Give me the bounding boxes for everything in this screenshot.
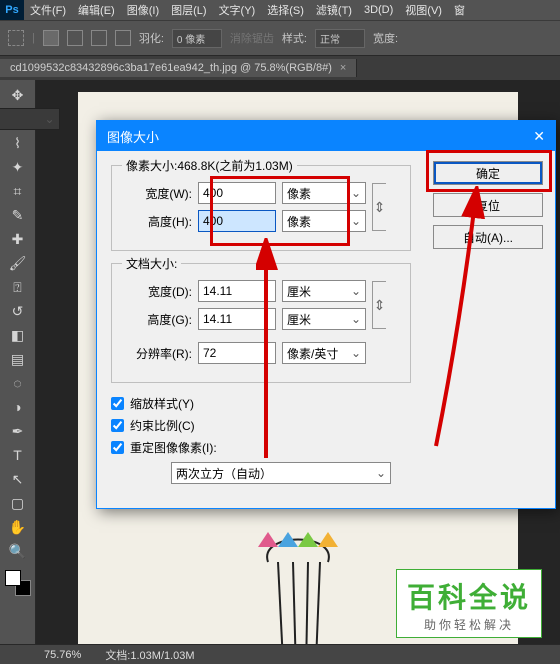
wand-tool-icon[interactable]: ✦	[6, 156, 30, 178]
dialog-close-icon[interactable]: ✕	[533, 128, 545, 145]
doc-width-unit[interactable]: 厘米	[282, 280, 366, 302]
zoom-level[interactable]: 75.76%	[44, 649, 81, 661]
menu-select[interactable]: 选择(S)	[261, 2, 310, 18]
options-bar: | 羽化: 0 像素 消除锯齿 样式: 正常 宽度:	[0, 20, 560, 56]
pixel-dimensions-group: 像素大小:468.8K(之前为1.03M) 宽度(W): 像素 高度(H): 像…	[111, 165, 411, 251]
doc-size: 文档:1.03M/1.03M	[105, 647, 194, 663]
watermark-title: 百科全说	[407, 576, 531, 616]
constrain-link-icon[interactable]: ⇕	[372, 183, 386, 231]
menu-type[interactable]: 文字(Y)	[213, 2, 262, 18]
eyedropper-tool-icon[interactable]: ✎	[6, 204, 30, 226]
selection-intersect-icon[interactable]	[115, 30, 131, 46]
resample-checkbox[interactable]: 重定图像像素(I):	[111, 439, 543, 456]
canvas-artwork	[188, 492, 408, 652]
reset-button[interactable]: 复位	[433, 193, 543, 217]
doc-height-input[interactable]	[198, 308, 276, 330]
history-brush-icon[interactable]: ↺	[6, 300, 30, 322]
path-tool-icon[interactable]: ↖	[6, 468, 30, 490]
brush-tool-icon[interactable]: 🖌	[6, 252, 30, 274]
resolution-unit[interactable]: 像素/英寸	[282, 342, 366, 364]
toolbox: ✥ ▭ ⌇ ✦ ⌗ ✎ ✚ 🖌 ⍰ ↺ ◧ ▤ ◌ ◑ ✒ T ↖ ▢ ✋ 🔍	[0, 80, 36, 644]
doc-constrain-link-icon[interactable]: ⇕	[372, 281, 386, 329]
pen-tool-icon[interactable]: ✒	[6, 420, 30, 442]
pixel-height-unit[interactable]: 像素	[282, 210, 366, 232]
pixel-width-unit[interactable]: 像素	[282, 182, 366, 204]
auto-button[interactable]: 自动(A)...	[433, 225, 543, 249]
doc-height-unit[interactable]: 厘米	[282, 308, 366, 330]
scale-styles-checkbox[interactable]: 缩放样式(Y)	[111, 395, 543, 412]
menu-view[interactable]: 视图(V)	[399, 2, 448, 18]
status-bar: 75.76% 文档:1.03M/1.03M	[0, 644, 560, 664]
document-tab[interactable]: cd1099532c83432896c3ba17e61ea942_th.jpg …	[0, 59, 357, 77]
doc-height-label: 高度(G):	[124, 311, 192, 328]
watermark: 百科全说 助你轻松解决	[396, 569, 542, 638]
menu-image[interactable]: 图像(I)	[121, 2, 165, 18]
marquee-tool-icon[interactable]: ▭	[0, 108, 60, 130]
zoom-tool-icon[interactable]: 🔍	[6, 540, 30, 562]
heal-tool-icon[interactable]: ✚	[6, 228, 30, 250]
antialias-label: 消除锯齿	[230, 30, 274, 46]
app-logo: Ps	[0, 0, 24, 20]
doc-width-label: 宽度(D):	[124, 283, 192, 300]
dialog-titlebar[interactable]: 图像大小 ✕	[97, 121, 555, 151]
feather-input[interactable]: 0 像素	[172, 29, 222, 48]
lasso-tool-icon[interactable]: ⌇	[6, 132, 30, 154]
document-size-group: 文档大小: 宽度(D): 厘米 高度(G): 厘米 ⇕	[111, 263, 411, 383]
menu-edit[interactable]: 编辑(E)	[72, 2, 121, 18]
feather-label: 羽化:	[139, 30, 164, 46]
color-swatch[interactable]	[5, 570, 31, 596]
resolution-label: 分辨率(R):	[124, 345, 192, 362]
constrain-proportions-checkbox[interactable]: 约束比例(C)	[111, 417, 543, 434]
width-label: 宽度(W):	[124, 185, 192, 202]
pixel-height-input[interactable]	[198, 210, 276, 232]
shape-tool-icon[interactable]: ▢	[6, 492, 30, 514]
pixel-dimensions-legend: 像素大小:468.8K(之前为1.03M)	[122, 157, 297, 174]
doc-width-input[interactable]	[198, 280, 276, 302]
stamp-tool-icon[interactable]: ⍰	[6, 276, 30, 298]
width-label: 宽度:	[373, 30, 398, 46]
document-size-legend: 文档大小:	[122, 255, 181, 272]
blur-tool-icon[interactable]: ◌	[6, 372, 30, 394]
move-tool-icon[interactable]: ✥	[6, 84, 30, 106]
resample-method-select[interactable]: 两次立方（自动）	[171, 462, 391, 484]
type-tool-icon[interactable]: T	[6, 444, 30, 466]
menu-file[interactable]: 文件(F)	[24, 2, 72, 18]
document-tabs: cd1099532c83432896c3ba17e61ea942_th.jpg …	[0, 56, 560, 80]
selection-subtract-icon[interactable]	[91, 30, 107, 46]
image-size-dialog: 图像大小 ✕ 确定 复位 自动(A)... 像素大小:468.8K(之前为1.0…	[96, 120, 556, 509]
eraser-tool-icon[interactable]: ◧	[6, 324, 30, 346]
watermark-subtitle: 助你轻松解决	[407, 616, 531, 633]
opt-sep: |	[32, 32, 35, 44]
marquee-tool-preset-icon[interactable]	[8, 30, 24, 46]
style-select[interactable]: 正常	[315, 29, 365, 48]
style-label: 样式:	[282, 30, 307, 46]
ok-button[interactable]: 确定	[433, 161, 543, 185]
selection-new-icon[interactable]	[43, 30, 59, 46]
selection-add-icon[interactable]	[67, 30, 83, 46]
resolution-input[interactable]	[198, 342, 276, 364]
tab-title: cd1099532c83432896c3ba17e61ea942_th.jpg …	[10, 62, 332, 74]
menu-layer[interactable]: 图层(L)	[165, 2, 212, 18]
menu-filter[interactable]: 滤镜(T)	[310, 2, 358, 18]
gradient-tool-icon[interactable]: ▤	[6, 348, 30, 370]
dodge-tool-icon[interactable]: ◑	[6, 396, 30, 418]
height-label: 高度(H):	[124, 213, 192, 230]
pixel-width-input[interactable]	[198, 182, 276, 204]
menu-window[interactable]: 窗	[448, 2, 471, 18]
menu-3d[interactable]: 3D(D)	[358, 4, 399, 16]
crop-tool-icon[interactable]: ⌗	[6, 180, 30, 202]
menu-bar: Ps 文件(F) 编辑(E) 图像(I) 图层(L) 文字(Y) 选择(S) 滤…	[0, 0, 560, 20]
dialog-title: 图像大小	[107, 127, 159, 146]
hand-tool-icon[interactable]: ✋	[6, 516, 30, 538]
close-icon[interactable]: ×	[340, 62, 346, 74]
